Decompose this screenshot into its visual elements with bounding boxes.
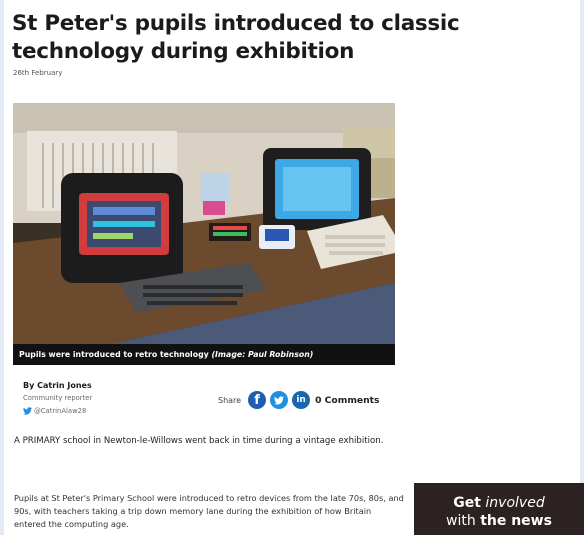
article-paragraph-2: Pupils at St Peter's Primary School were… (14, 493, 404, 529)
author-twitter-handle: @CatrinAlaw28 (34, 407, 87, 415)
article-page: St Peter's pupils introduced to classic … (4, 0, 584, 535)
twitter-icon (23, 407, 32, 415)
author-twitter[interactable]: @CatrinAlaw28 (23, 407, 92, 415)
share-bar: Share f in 0 Comments (218, 390, 380, 410)
promo-the-news: the news (480, 513, 552, 529)
get-involved-promo[interactable]: Get involved with the news (414, 483, 584, 535)
author-byline: By Catrin Jones Community reporter @Catr… (23, 381, 92, 415)
facebook-icon[interactable]: f (248, 391, 267, 409)
author-name[interactable]: By Catrin Jones (23, 381, 92, 390)
comments-link[interactable]: 0 Comments (315, 395, 379, 406)
author-role: Community reporter (23, 394, 93, 402)
promo-get: Get (453, 495, 481, 511)
twitter-bird-icon (274, 395, 285, 405)
retro-computers-photo (13, 103, 395, 365)
promo-with: with (446, 513, 476, 529)
share-label: Share (218, 395, 242, 405)
article-photo[interactable] (13, 103, 395, 365)
promo-involved: involved (485, 495, 545, 511)
caption-text: Pupils were introduced to retro technolo… (19, 350, 209, 359)
article-paragraph-1: A PRIMARY school in Newton-le-Willows we… (14, 436, 384, 446)
caption-credit: (Image: Paul Robinson) (211, 350, 314, 359)
photo-caption: Pupils were introduced to retro technolo… (13, 344, 395, 365)
twitter-icon[interactable] (270, 391, 289, 409)
linkedin-icon[interactable]: in (292, 391, 311, 409)
article-headline: St Peter's pupils introduced to classic … (12, 11, 460, 64)
publish-date: 26th February (13, 69, 63, 77)
